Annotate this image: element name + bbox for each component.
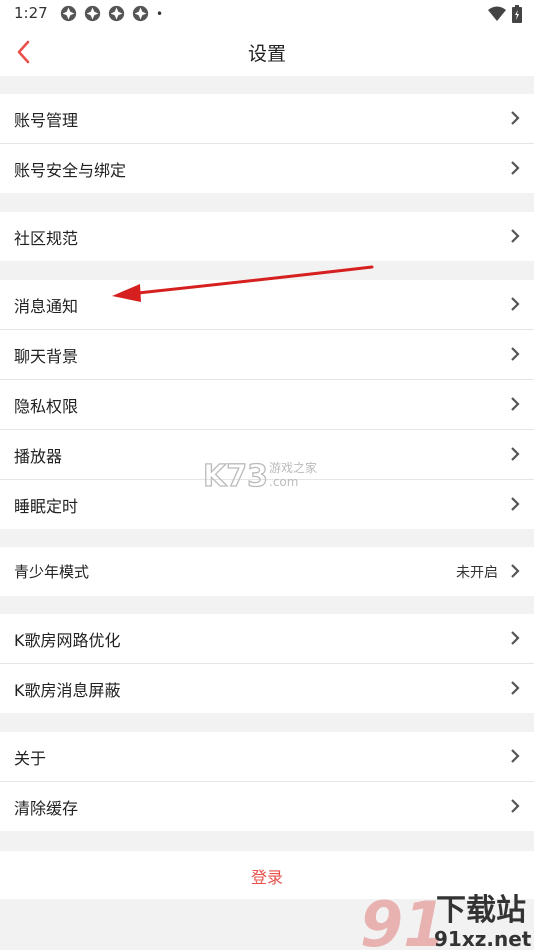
- chevron-right-icon: [511, 229, 520, 243]
- chevron-right-icon: [511, 111, 520, 125]
- header: 设置: [0, 28, 534, 76]
- settings-item-account-security[interactable]: 账号安全与绑定: [0, 144, 534, 193]
- chevron-right-icon: [511, 564, 520, 578]
- settings-item-community-rules[interactable]: 社区规范: [0, 212, 534, 261]
- settings-item-label: 消息通知: [14, 297, 79, 316]
- chevron-right-icon: [511, 631, 520, 645]
- site-watermark-logo: 91 下载站 91xz.net: [360, 888, 532, 950]
- settings-group-community: 社区规范: [0, 212, 534, 261]
- settings-item-about[interactable]: 关于: [0, 732, 534, 782]
- settings-item-account-management[interactable]: 账号管理: [0, 94, 534, 144]
- status-right: [488, 5, 522, 23]
- settings-group-teen: 青少年模式 未开启: [0, 547, 534, 596]
- teen-mode-status: 未开启: [456, 565, 498, 581]
- k73-watermark-cn: 游戏之家: [269, 460, 317, 475]
- settings-item-privacy[interactable]: 隐私权限: [0, 380, 534, 430]
- login-label: 登录: [250, 868, 283, 887]
- app-notification-icon: [108, 5, 125, 22]
- chevron-right-icon: [511, 799, 520, 813]
- settings-item-label: K歌房网路优化: [14, 631, 121, 650]
- settings-item-label: 关于: [14, 749, 47, 768]
- site-watermark-domain: 91xz.net: [434, 927, 532, 950]
- chevron-right-icon: [511, 161, 520, 175]
- battery-icon: [512, 5, 522, 23]
- annotation-arrow: [112, 265, 374, 302]
- chevron-right-icon: [511, 447, 520, 461]
- settings-item-label: 社区规范: [14, 229, 79, 248]
- chevron-right-icon: [511, 347, 520, 361]
- settings-item-clear-cache[interactable]: 清除缓存: [0, 782, 534, 831]
- site-watermark-cn: 下载站: [436, 893, 526, 928]
- chevron-right-icon: [511, 497, 520, 511]
- notification-icons: •: [60, 5, 163, 22]
- settings-item-label: 清除缓存: [14, 799, 79, 818]
- settings-item-label: 账号安全与绑定: [14, 161, 127, 180]
- status-dot: •: [156, 6, 164, 21]
- wifi-icon: [488, 6, 506, 21]
- settings-group-karaoke: K歌房网路优化 K歌房消息屏蔽: [0, 614, 534, 713]
- settings-item-teen-mode[interactable]: 青少年模式 未开启: [0, 547, 534, 596]
- settings-item-label: 账号管理: [14, 111, 79, 130]
- status-bar: 1:27 •: [0, 0, 534, 28]
- settings-group-account: 账号管理 账号安全与绑定: [0, 94, 534, 193]
- k73-watermark-en: .com: [269, 475, 298, 489]
- k73-watermark-brand: K73: [203, 459, 268, 492]
- settings-item-label: 青少年模式: [14, 563, 90, 581]
- app-notification-icon: [84, 5, 101, 22]
- chevron-right-icon: [511, 749, 520, 763]
- k73-watermark-logo: K73 游戏之家 .com: [203, 458, 317, 492]
- chevron-right-icon: [511, 681, 520, 695]
- settings-item-label: K歌房消息屏蔽: [14, 681, 121, 700]
- chevron-right-icon: [511, 397, 520, 411]
- settings-item-chat-background[interactable]: 聊天背景: [0, 330, 534, 380]
- settings-item-label: 播放器: [14, 447, 63, 466]
- app-notification-icon: [132, 5, 149, 22]
- chevron-right-icon: [511, 297, 520, 311]
- settings-item-label: 睡眠定时: [14, 497, 79, 516]
- settings-item-karaoke-block[interactable]: K歌房消息屏蔽: [0, 664, 534, 713]
- settings-group-misc: 关于 清除缓存: [0, 732, 534, 831]
- page-title: 设置: [247, 43, 286, 65]
- app-notification-icon: [60, 5, 77, 22]
- settings-item-karaoke-network[interactable]: K歌房网路优化: [0, 614, 534, 664]
- settings-item-label: 聊天背景: [14, 347, 79, 366]
- status-time: 1:27: [14, 4, 48, 22]
- settings-item-label: 隐私权限: [14, 397, 79, 416]
